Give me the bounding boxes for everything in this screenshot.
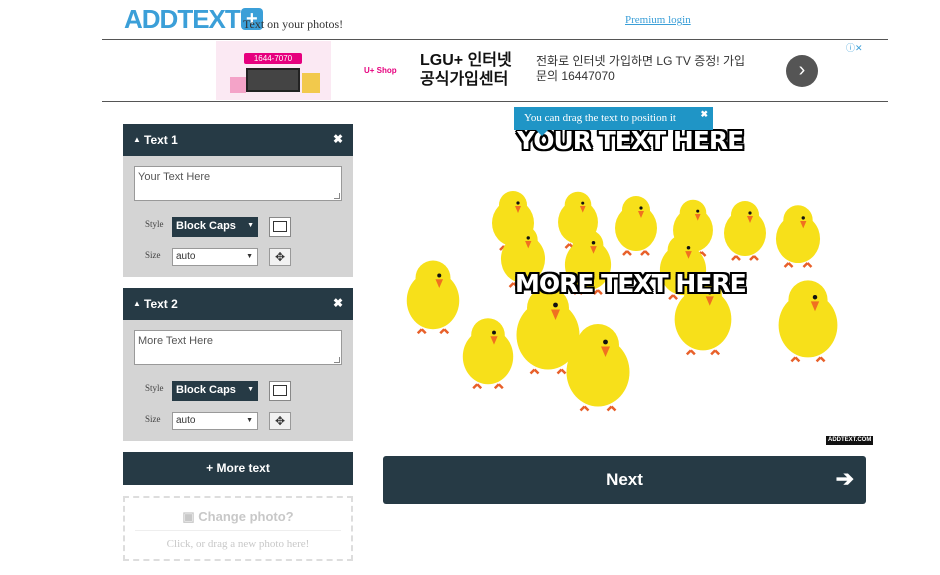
ad-shop-logo: U+ Shop [364, 66, 397, 75]
style-label: Style [145, 219, 164, 229]
color-swatch [273, 385, 287, 396]
page: ADDTEXT + Text on your photos! Premium l… [0, 0, 940, 575]
change-photo-title-text: Change photo? [198, 509, 294, 524]
ad-phone-number: 1644-7070 [244, 53, 302, 64]
color-swatch [273, 221, 287, 232]
watermark: ADDTEXT.COM [826, 436, 874, 445]
chick-icon [724, 201, 766, 261]
text-panel-2: ▲ Text 2 ✖ More Text Here Style Block Ca… [123, 288, 353, 441]
arrow-right-icon: ➔ [835, 466, 854, 491]
chevron-down-icon: ▼ [247, 386, 254, 393]
next-button[interactable]: Next ➔ [383, 456, 866, 504]
tooltip-text: You can drag the text to position it [524, 112, 676, 124]
resize-grip-icon[interactable] [334, 357, 340, 363]
header-divider-bottom [102, 101, 888, 102]
style-select-value: Block Caps [176, 384, 236, 396]
logo-wordmark: ADDTEXT [124, 4, 241, 34]
text-panel-header[interactable]: ▲ Text 2 ✖ [123, 288, 353, 320]
move-icon[interactable]: ✥ [269, 248, 291, 266]
ad-choices-icon[interactable]: ⓘ✕ [846, 41, 863, 54]
close-icon[interactable]: ✖ [333, 132, 343, 146]
size-select[interactable]: auto ▼ [172, 412, 258, 430]
chick-icon [778, 280, 838, 363]
close-icon[interactable]: ✖ [333, 296, 343, 310]
next-button-label: Next [606, 470, 643, 489]
chicks-group [406, 191, 838, 412]
text-input-value: More Text Here [138, 335, 213, 347]
text-input[interactable]: More Text Here [134, 330, 342, 365]
gift-box-icon [230, 77, 246, 93]
ad-image: 1644-7070 [216, 41, 331, 100]
size-label: Size [145, 250, 161, 260]
text-panel-title: Text 2 [144, 297, 178, 311]
drag-hint-tooltip: You can drag the text to position it ✖ [514, 107, 713, 136]
move-icon[interactable]: ✥ [269, 412, 291, 430]
image-icon: ▣ [182, 509, 195, 524]
change-photo-dropzone[interactable]: ▣ Change photo? Click, or drag a new pho… [123, 496, 353, 561]
premium-login-link[interactable]: Premium login [625, 14, 691, 26]
chevron-down-icon: ▼ [246, 253, 253, 260]
text-input[interactable]: Your Text Here [134, 166, 342, 201]
text-panel-title: Text 1 [144, 133, 178, 147]
tagline: Text on your photos! [243, 17, 344, 31]
change-photo-subtitle: Click, or drag a new photo here! [166, 538, 310, 550]
chick-icon [615, 196, 657, 256]
chick-icon [406, 260, 460, 335]
chick-icon [462, 318, 514, 390]
ad-banner[interactable]: 1644-7070 U+ Shop LGU+ 인터넷 공식가입센터 전화로 인터… [216, 41, 866, 100]
size-select[interactable]: auto ▼ [172, 248, 258, 266]
header-divider-top [102, 39, 888, 40]
ad-next-arrow-icon[interactable]: › [786, 55, 818, 87]
overlay-text-bottom[interactable]: MORE TEXT HERE [515, 269, 747, 298]
text-input-value: Your Text Here [138, 171, 211, 183]
color-picker-button[interactable] [269, 381, 291, 401]
gift-box-icon [302, 73, 320, 93]
color-picker-button[interactable] [269, 217, 291, 237]
chevron-down-icon: ▼ [247, 222, 254, 229]
text-panel-1: ▲ Text 1 ✖ Your Text Here Style Block Ca… [123, 124, 353, 277]
change-photo-title: ▣ Change photo? [125, 509, 351, 525]
style-select-value: Block Caps [176, 220, 236, 232]
ad-title: LGU+ 인터넷 공식가입센터 [420, 52, 512, 88]
style-select[interactable]: Block Caps ▼ [172, 217, 258, 237]
logo[interactable]: ADDTEXT + [124, 5, 263, 33]
chevron-down-icon: ▼ [246, 417, 253, 424]
divider [135, 530, 341, 531]
size-label: Size [145, 414, 161, 424]
style-label: Style [145, 383, 164, 393]
tv-icon [246, 68, 300, 92]
more-text-button[interactable]: + More text [123, 452, 353, 485]
tooltip-pointer [536, 130, 548, 136]
resize-grip-icon[interactable] [334, 193, 340, 199]
chick-icon [775, 205, 821, 268]
size-select-value: auto [176, 251, 196, 262]
collapse-caret-icon[interactable]: ▲ [133, 299, 141, 308]
ad-description: 전화로 인터넷 가입하면 LG TV 증정! 가입문의 16447070 [536, 54, 746, 83]
collapse-caret-icon[interactable]: ▲ [133, 135, 141, 144]
style-select[interactable]: Block Caps ▼ [172, 381, 258, 401]
close-icon[interactable]: ✖ [700, 103, 708, 126]
size-select-value: auto [176, 415, 196, 426]
overlay-text-top[interactable]: YOUR TEXT HERE [517, 126, 744, 155]
text-panel-header[interactable]: ▲ Text 1 ✖ [123, 124, 353, 156]
